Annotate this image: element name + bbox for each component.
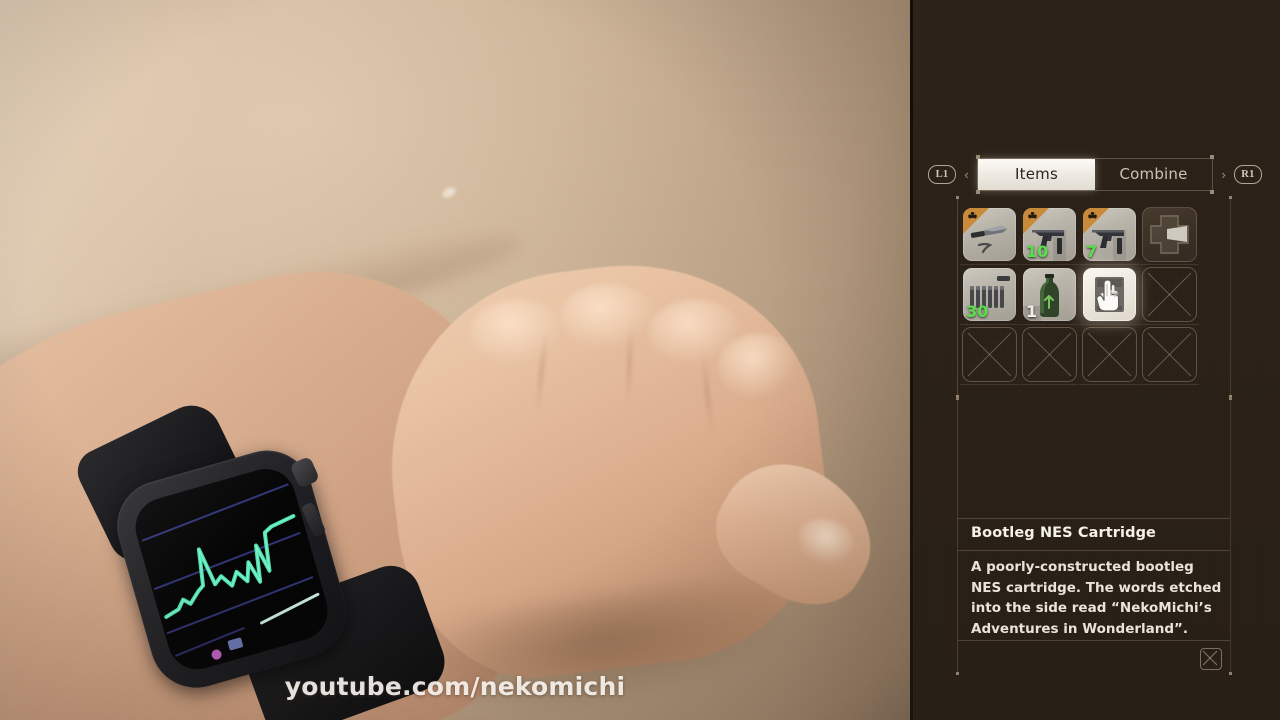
dpad-icon (1143, 208, 1196, 261)
inventory-cell[interactable] (960, 205, 1019, 265)
desc-divider (958, 550, 1230, 551)
inventory-cell[interactable] (1080, 265, 1139, 325)
inventory-cell[interactable] (1020, 325, 1079, 385)
inventory-slot-empty-slot[interactable] (1022, 327, 1077, 382)
desc-corner-tick (956, 672, 959, 675)
inventory-slot-empty-slot[interactable] (1082, 327, 1137, 382)
inventory-slot-handgun-a[interactable]: 10 (1023, 208, 1076, 261)
bumper-r1-icon[interactable]: R1 (1234, 164, 1262, 184)
inventory-slot-handgun-ammo[interactable]: 30 (963, 268, 1016, 321)
bumper-l1-icon[interactable]: L1 (928, 164, 956, 184)
inventory-slot-handgun-b[interactable]: 7 (1083, 208, 1136, 261)
inventory-cell[interactable] (1140, 325, 1199, 385)
tab-corner-tick (976, 154, 980, 159)
inventory-slot-dpad-expand[interactable] (1142, 207, 1197, 262)
inventory-cell[interactable]: 7 (1080, 205, 1139, 265)
inventory-slot-empty-slot[interactable] (962, 327, 1017, 382)
item-count: 7 (1086, 242, 1098, 261)
inventory-slot-empty-slot[interactable] (1142, 267, 1197, 322)
photo-vignette (0, 0, 910, 720)
inventory-cell[interactable] (1140, 265, 1199, 325)
desc-corner-tick (1229, 672, 1232, 675)
wrist-watch-photo: youtube.com/nekomichi (0, 0, 910, 720)
frame-corner-tick (956, 196, 959, 199)
item-count: 30 (966, 302, 989, 321)
tab-corner-tick (976, 189, 980, 194)
desc-corner-tick (1229, 397, 1232, 400)
youtube-watermark: youtube.com/nekomichi (284, 672, 626, 701)
inventory-cell[interactable]: 1 (1020, 265, 1079, 325)
tab-items[interactable]: Items (978, 158, 1095, 190)
item-count: 1 (1026, 302, 1038, 321)
inventory-cell[interactable] (960, 325, 1019, 385)
inventory-slot-bootleg-nes-cartridge[interactable] (1083, 268, 1136, 321)
inventory-cell[interactable] (1140, 205, 1199, 265)
tab-combine[interactable]: Combine (1095, 159, 1212, 190)
desc-divider (958, 518, 1230, 519)
inventory-slot-chem-fluid[interactable]: 1 (1023, 268, 1076, 321)
inventory-cell[interactable]: 10 (1020, 205, 1079, 265)
chevron-right-icon[interactable]: › (1219, 167, 1228, 182)
item-count: 10 (1026, 242, 1049, 261)
inventory-slot-combat-knife[interactable] (963, 208, 1016, 261)
tab-corner-tick (1210, 189, 1214, 194)
item-description-text: A poorly-constructed bootleg NES cartrid… (971, 559, 1222, 637)
desc-corner-tick (956, 397, 959, 400)
panel-left-edge (910, 0, 913, 720)
inventory-grid: 10 7 30 1 (960, 205, 1226, 385)
item-description-box: Bootleg NES Cartridge A poorly-construct… (956, 397, 1232, 675)
inventory-cell[interactable]: 30 (960, 265, 1019, 325)
item-title: Bootleg NES Cartridge (971, 525, 1156, 541)
frame-corner-tick (1229, 196, 1232, 199)
screenshot-root: youtube.com/nekomichi L1 ‹ Items Combine… (0, 0, 1280, 720)
tab-bar: L1 ‹ Items Combine › R1 (928, 154, 1262, 194)
tab-corner-tick (1210, 154, 1214, 159)
desc-divider (958, 640, 1230, 641)
close-x-icon[interactable] (1200, 648, 1222, 670)
inventory-cell[interactable] (1080, 325, 1139, 385)
inventory-panel: L1 ‹ Items Combine › R1 10 7 30 1 Bootle… (910, 0, 1280, 720)
tab-group: Items Combine (976, 154, 1214, 194)
inventory-slot-empty-slot[interactable] (1142, 327, 1197, 382)
chevron-left-icon[interactable]: ‹ (962, 167, 971, 182)
